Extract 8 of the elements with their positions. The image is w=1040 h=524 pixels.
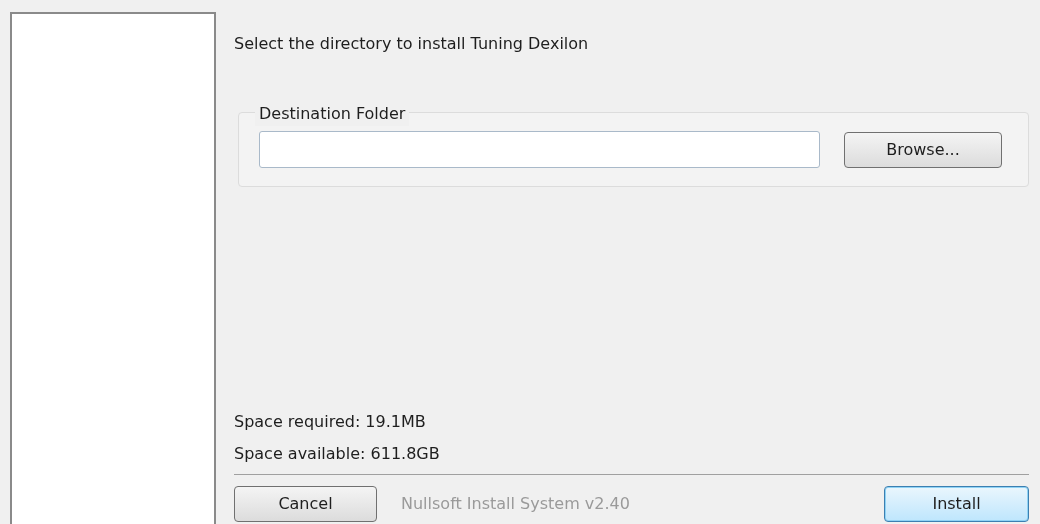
branding-text: Nullsoft Install System v2.40	[401, 493, 631, 515]
space-text: Space required: 19.1MB	[234, 411, 427, 433]
cancel-button[interactable]: Cancel	[234, 486, 377, 522]
destination-input[interactable]	[259, 131, 820, 168]
space-text: Space available: 611.8GB	[234, 443, 441, 465]
install-button[interactable]: Install	[884, 486, 1029, 522]
heading-text: Select the directory to install Tuning Dexilon	[234, 33, 590, 55]
browse-button[interactable]: Browse...	[844, 131, 1002, 168]
